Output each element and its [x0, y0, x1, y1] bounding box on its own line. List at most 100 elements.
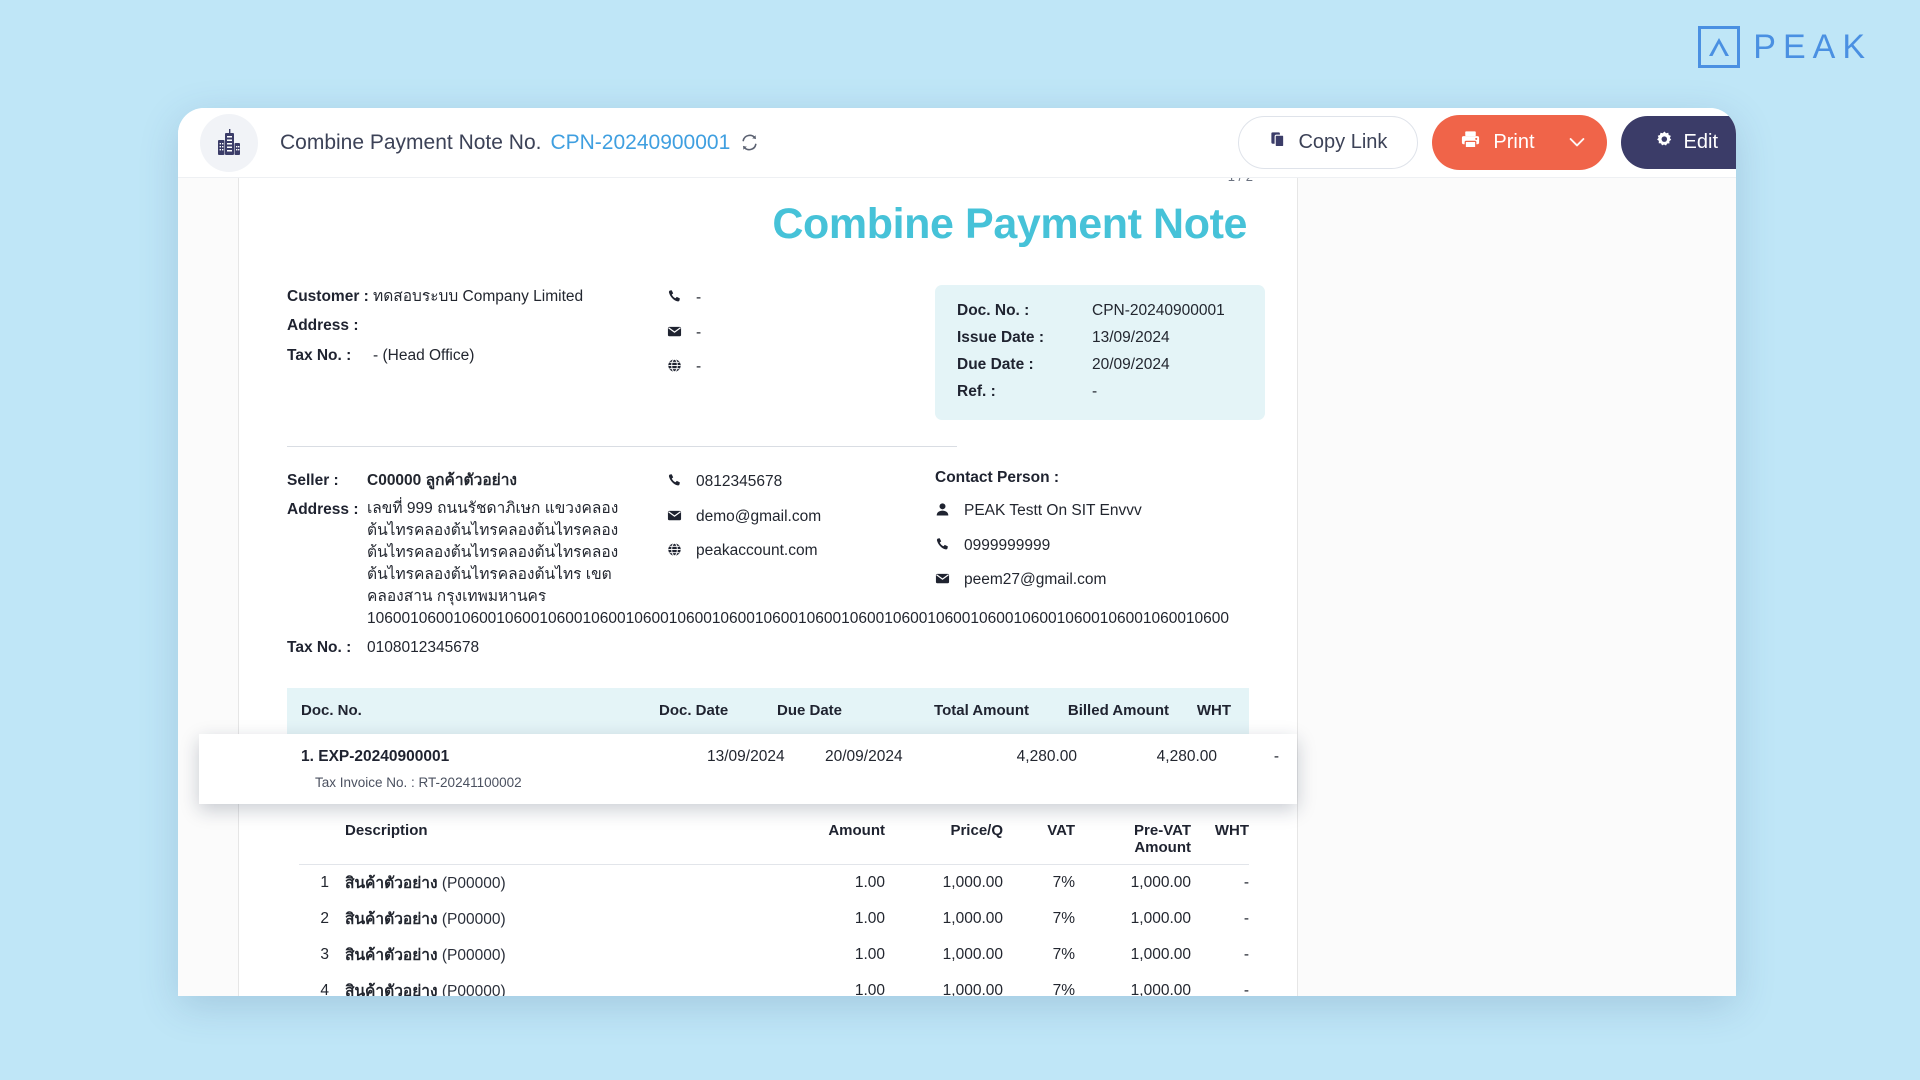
- row-doc-no[interactable]: EXP-20240900001: [318, 748, 449, 765]
- customer-address-label: Address :: [287, 317, 359, 335]
- column-header-item-wht: WHT: [1214, 821, 1249, 839]
- item-index: 1: [320, 873, 329, 891]
- contact-person-name-row: PEAK Testt On SIT Envvv: [935, 500, 1249, 524]
- row-due-date: 20/09/2024: [825, 747, 903, 765]
- edit-label: Edit: [1683, 131, 1718, 153]
- document-viewport[interactable]: 1 / 2 Combine Payment Note Customer : ทด…: [178, 178, 1736, 996]
- info-value: -: [1092, 383, 1098, 400]
- table-row[interactable]: 1. EXP-20240900001 Tax Invoice No. : RT-…: [199, 733, 1297, 804]
- info-label: Ref. :: [957, 383, 996, 400]
- customer-tax-no: - (Head Office): [373, 346, 475, 364]
- info-label: Doc. No. :: [957, 302, 1030, 319]
- documents-table: Doc. No. Doc. Date Due Date Total Amount…: [199, 687, 1297, 804]
- contact-person-email-row: peem27@gmail.com: [935, 569, 1249, 593]
- seller-email: demo@gmail.com: [696, 507, 822, 525]
- contact-person-column: Contact Person : PEAK Testt On SIT Envvv…: [935, 469, 1249, 666]
- copy-link-button[interactable]: Copy Link: [1238, 116, 1419, 169]
- item-wht: -: [1243, 945, 1249, 963]
- globe-icon: [667, 540, 683, 564]
- item-amount: 1.00: [854, 981, 885, 997]
- item-pre-vat: 1,000.00: [1130, 945, 1191, 963]
- seller-email-row: demo@gmail.com: [667, 506, 935, 530]
- phone-icon: [935, 535, 951, 559]
- seller-address-row: Address : เลขที่ 999 ถนนรัชดาภิเษก แขวงค…: [287, 498, 1229, 630]
- column-header-billed-amount: Billed Amount: [1067, 702, 1169, 719]
- globe-icon: [667, 356, 683, 380]
- seller-website-row: peakaccount.com: [667, 540, 935, 564]
- info-row: Ref. : -: [957, 383, 1243, 401]
- doc-info-box: Doc. No. : CPN-20240900001 Issue Date : …: [935, 285, 1265, 420]
- info-row: Issue Date : 13/09/2024: [957, 329, 1243, 347]
- item-wht: -: [1243, 909, 1249, 927]
- seller-tax-row: Tax No. : 0108012345678: [287, 636, 667, 659]
- customer-website-row: -: [667, 356, 935, 380]
- info-value: CPN-20240900001: [1092, 302, 1225, 319]
- item-vat: 7%: [1052, 945, 1075, 963]
- item-wht: -: [1243, 873, 1249, 891]
- chevron-down-icon[interactable]: [1569, 131, 1585, 154]
- phone-icon: [667, 471, 683, 495]
- refresh-icon[interactable]: [740, 133, 759, 152]
- seller-website: peakaccount.com: [696, 542, 818, 560]
- app-window: Combine Payment Note No. CPN-20240900001: [178, 108, 1736, 996]
- column-header-vat: VAT: [1047, 821, 1075, 839]
- item-price: 1,000.00: [942, 909, 1003, 927]
- row-total-amount: 4,280.00: [1016, 747, 1077, 765]
- peak-wordmark: PEAK: [1753, 28, 1872, 66]
- contact-person-email: peem27@gmail.com: [964, 571, 1107, 589]
- seller-label: Seller :: [287, 472, 339, 489]
- edit-button[interactable]: Edit: [1620, 116, 1736, 169]
- item-description: สินค้าตัวอย่าง (P00000): [329, 906, 775, 931]
- print-label: Print: [1493, 131, 1535, 153]
- building-icon: [200, 113, 258, 172]
- item-price: 1,000.00: [942, 981, 1003, 997]
- contact-person-title: Contact Person :: [935, 469, 1060, 486]
- item-code: (P00000): [441, 983, 506, 996]
- gear-icon: [1655, 130, 1674, 155]
- item-index: 2: [320, 909, 329, 927]
- column-header-doc-no: Doc. No.: [301, 702, 362, 719]
- copy-icon: [1269, 130, 1288, 155]
- list-item[interactable]: 3 สินค้าตัวอย่าง (P00000) 1.00 1,000.00 …: [299, 937, 1249, 973]
- customer-phone: -: [696, 289, 702, 306]
- customer-contacts: - - -: [667, 285, 935, 420]
- phone-icon: [667, 287, 683, 311]
- item-code: (P00000): [441, 947, 506, 964]
- item-wht: -: [1243, 981, 1249, 997]
- pre-vat-line2: Amount: [1134, 838, 1191, 856]
- document-title: Combine Payment Note: [772, 200, 1247, 248]
- customer-details: Customer : ทดสอบระบบ Company Limited Add…: [287, 285, 667, 420]
- info-label: Issue Date :: [957, 329, 1045, 346]
- toolbar-doc-no[interactable]: CPN-20240900001: [550, 131, 730, 154]
- seller-name: C00000 ลูกค้าตัวอย่าง: [367, 472, 517, 489]
- toolbar-title: Combine Payment Note No. CPN-20240900001: [280, 131, 759, 155]
- column-header-pre-vat-amount: Pre-VAT Amount: [1075, 822, 1191, 856]
- items-table: Description Amount Price/Q VAT Pre-VAT A…: [287, 821, 1249, 997]
- printer-icon: [1460, 129, 1481, 156]
- item-pre-vat: 1,000.00: [1130, 981, 1191, 997]
- list-item[interactable]: 4 สินค้าตัวอย่าง (P00000) 1.00 1,000.00 …: [299, 973, 1249, 997]
- document-page: 1 / 2 Combine Payment Note Customer : ทด…: [199, 178, 1298, 997]
- customer-label: Customer :: [287, 288, 369, 305]
- row-tax-invoice-no: Tax Invoice No. : RT-20241100002: [315, 774, 522, 790]
- item-price: 1,000.00: [942, 873, 1003, 891]
- list-item[interactable]: 2 สินค้าตัวอย่าง (P00000) 1.00 1,000.00 …: [299, 901, 1249, 937]
- list-item[interactable]: 1 สินค้าตัวอย่าง (P00000) 1.00 1,000.00 …: [299, 865, 1249, 901]
- customer-tax-label: Tax No. :: [287, 346, 352, 364]
- info-label: Due Date :: [957, 356, 1034, 373]
- seller-phone-row: 0812345678: [667, 471, 935, 495]
- item-description: สินค้าตัวอย่าง (P00000): [329, 942, 775, 967]
- pre-vat-line1: Pre-VAT: [1134, 821, 1191, 839]
- seller-section: Seller : C00000 ลูกค้าตัวอย่าง Address :…: [287, 469, 1249, 666]
- item-index: 4: [320, 981, 329, 997]
- item-description: สินค้าตัวอย่าง (P00000): [329, 870, 775, 895]
- row-wht: -: [1273, 747, 1279, 765]
- item-name: สินค้าตัวอย่าง: [345, 947, 438, 964]
- item-pre-vat: 1,000.00: [1130, 873, 1191, 891]
- print-button[interactable]: Print: [1432, 115, 1607, 170]
- customer-name-row: Customer : ทดสอบระบบ Company Limited: [287, 285, 667, 308]
- item-amount: 1.00: [854, 873, 885, 891]
- person-icon: [935, 500, 951, 524]
- row-doc-date: 13/09/2024: [707, 747, 785, 765]
- column-header-amount: Amount: [828, 821, 885, 839]
